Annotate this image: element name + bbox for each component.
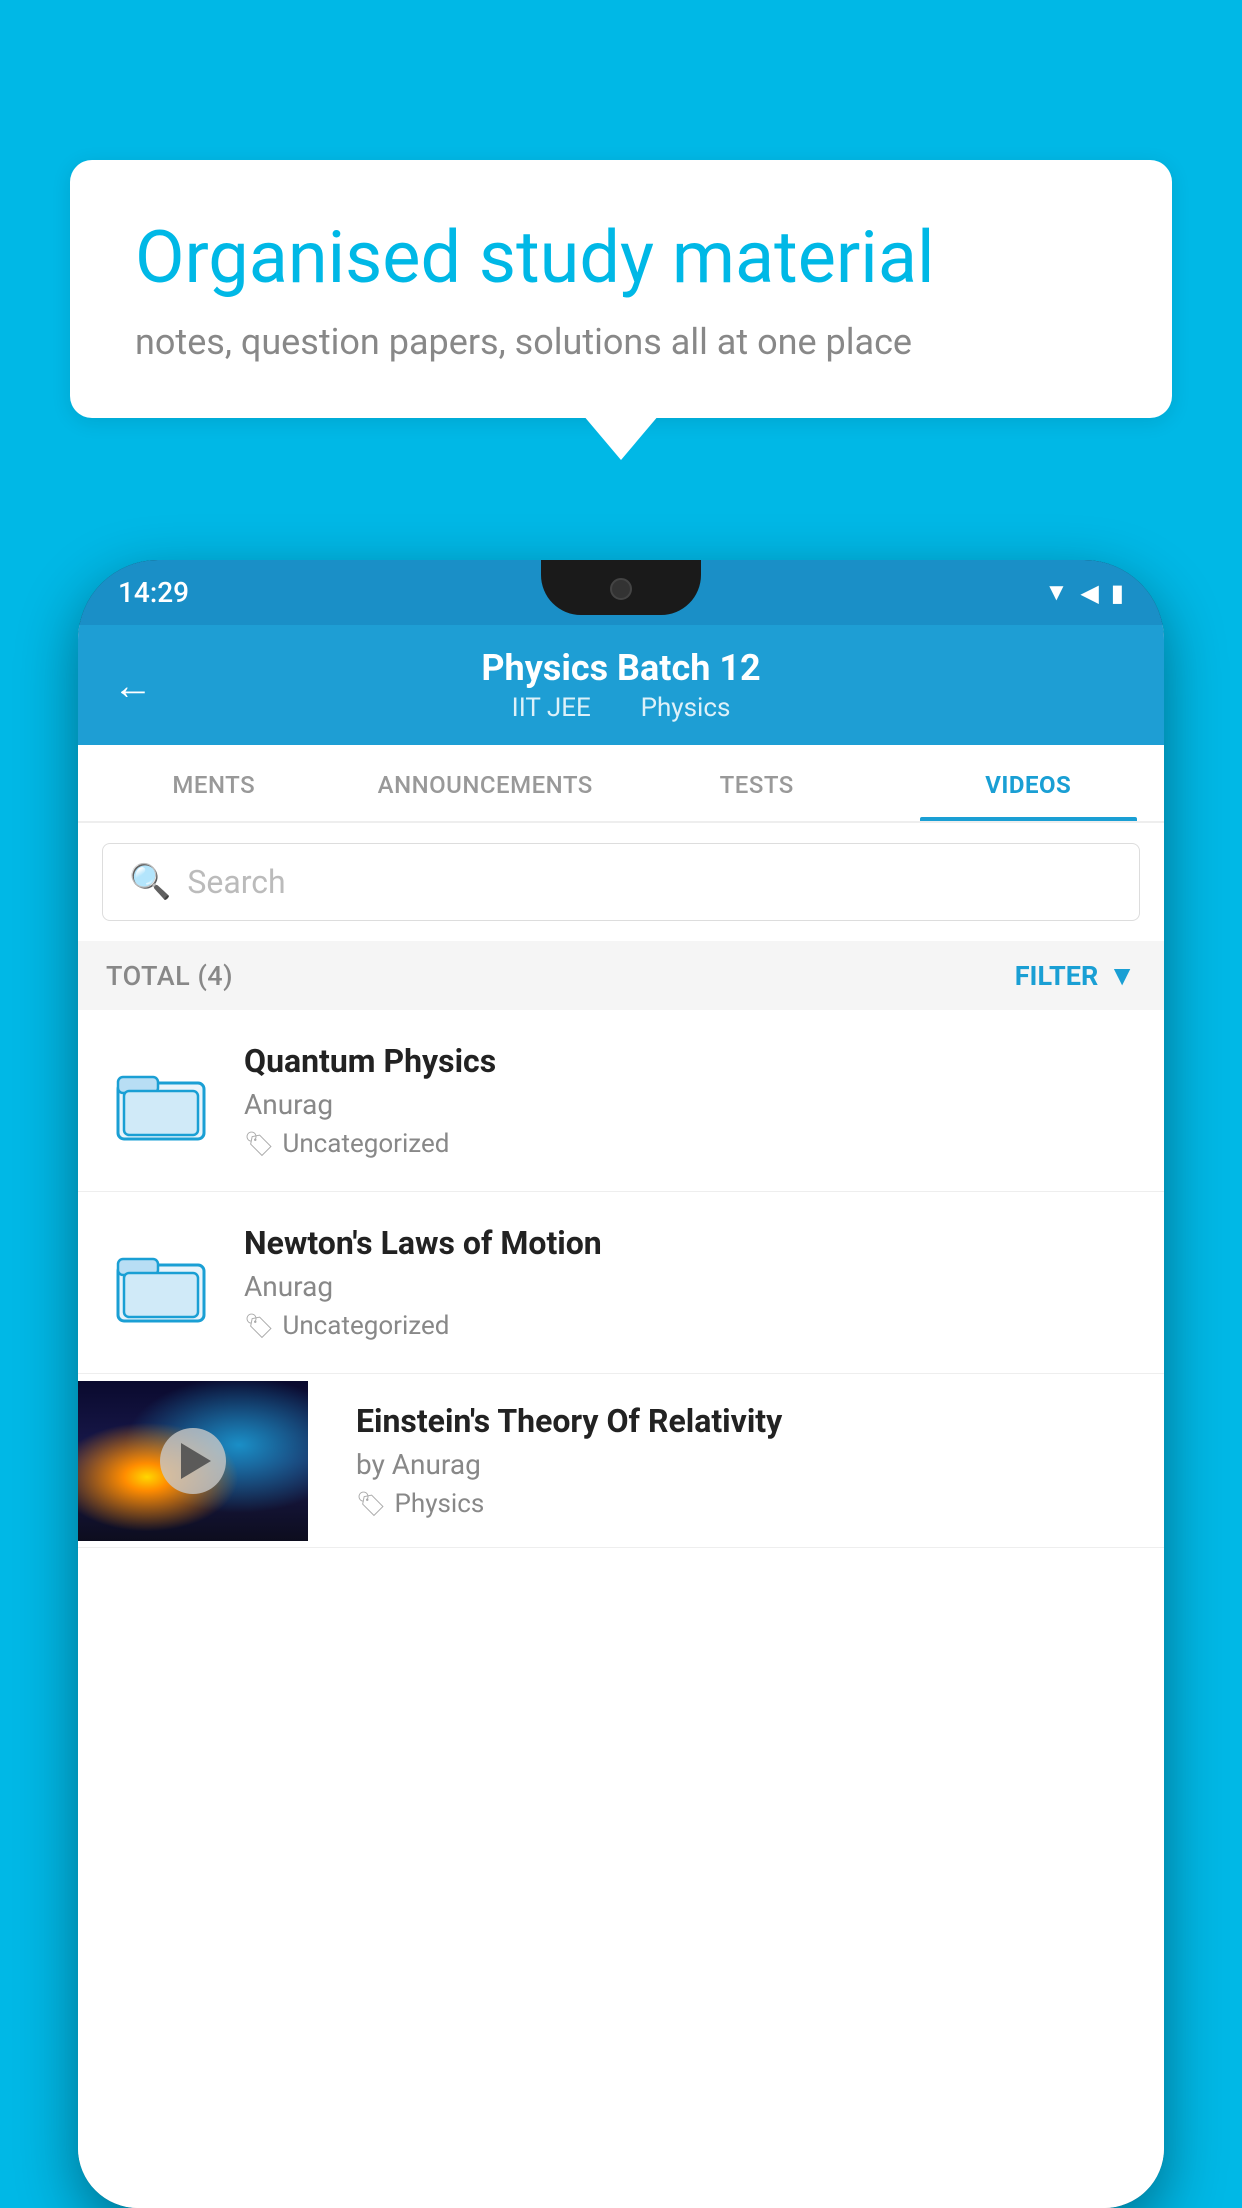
video-folder-thumb xyxy=(106,1056,216,1146)
subtitle-physics: Physics xyxy=(641,693,731,723)
batch-subtitle: IIT JEE Physics xyxy=(168,693,1074,723)
tag-icon: 🏷 xyxy=(244,1130,274,1158)
tab-videos[interactable]: VIDEOS xyxy=(893,745,1165,821)
speech-bubble-container: Organised study material notes, question… xyxy=(70,160,1172,418)
search-icon: 🔍 xyxy=(129,862,171,902)
video-author: by Anurag xyxy=(356,1448,1144,1481)
video-tag: 🏷 Physics xyxy=(356,1489,1144,1519)
wifi-icon: ▼ xyxy=(1045,578,1069,607)
back-button[interactable]: ← xyxy=(108,657,168,714)
tab-ments[interactable]: MENTS xyxy=(78,745,350,821)
notch xyxy=(541,560,701,615)
search-bar-container: 🔍 Search xyxy=(78,823,1164,941)
signal-icon: ◀ xyxy=(1080,579,1098,607)
header-title-area: Physics Batch 12 IIT JEE Physics xyxy=(168,647,1074,723)
video-author: Anurag xyxy=(244,1270,1136,1303)
front-camera xyxy=(610,578,632,600)
speech-bubble-heading: Organised study material xyxy=(135,215,1107,301)
video-title: Einstein's Theory Of Relativity xyxy=(356,1402,1144,1440)
tag-icon: 🏷 xyxy=(356,1490,386,1518)
video-author: Anurag xyxy=(244,1088,1136,1121)
subtitle-iit: IIT JEE xyxy=(512,693,591,723)
filter-row: TOTAL (4) FILTER ▼ xyxy=(78,941,1164,1010)
list-item[interactable]: Newton's Laws of Motion Anurag 🏷 Uncateg… xyxy=(78,1192,1164,1374)
search-placeholder: Search xyxy=(187,863,285,901)
filter-icon: ▼ xyxy=(1108,959,1136,992)
video-thumbnail xyxy=(78,1381,308,1541)
tab-announcements[interactable]: ANNOUNCEMENTS xyxy=(350,745,622,821)
tag-icon: 🏷 xyxy=(244,1312,274,1340)
video-info: Einstein's Theory Of Relativity by Anura… xyxy=(336,1374,1164,1547)
speech-bubble: Organised study material notes, question… xyxy=(70,160,1172,418)
video-info: Quantum Physics Anurag 🏷 Uncategorized xyxy=(244,1042,1136,1159)
video-tag: 🏷 Uncategorized xyxy=(244,1129,1136,1159)
batch-title: Physics Batch 12 xyxy=(168,647,1074,689)
tag-label: Uncategorized xyxy=(282,1129,449,1159)
list-item[interactable]: Quantum Physics Anurag 🏷 Uncategorized xyxy=(78,1010,1164,1192)
header-row: ← Physics Batch 12 IIT JEE Physics xyxy=(108,647,1134,723)
video-tag: 🏷 Uncategorized xyxy=(244,1311,1136,1341)
video-folder-thumb xyxy=(106,1238,216,1328)
play-triangle-icon xyxy=(181,1443,211,1479)
video-title: Newton's Laws of Motion xyxy=(244,1224,1136,1262)
video-title: Quantum Physics xyxy=(244,1042,1136,1080)
tab-bar: MENTS ANNOUNCEMENTS TESTS VIDEOS xyxy=(78,745,1164,823)
status-icons: ▼ ◀ ▮ xyxy=(1045,578,1124,607)
filter-button[interactable]: FILTER ▼ xyxy=(1015,959,1136,992)
battery-icon: ▮ xyxy=(1111,579,1124,607)
tag-label: Uncategorized xyxy=(282,1311,449,1341)
app-content: ← Physics Batch 12 IIT JEE Physics MENTS… xyxy=(78,625,1164,2208)
search-bar[interactable]: 🔍 Search xyxy=(102,843,1140,921)
app-header: ← Physics Batch 12 IIT JEE Physics xyxy=(78,625,1164,745)
video-list: Quantum Physics Anurag 🏷 Uncategorized xyxy=(78,1010,1164,2208)
play-button[interactable] xyxy=(160,1428,226,1494)
video-info: Newton's Laws of Motion Anurag 🏷 Uncateg… xyxy=(244,1224,1136,1341)
speech-bubble-subtext: notes, question papers, solutions all at… xyxy=(135,321,1107,363)
tag-label: Physics xyxy=(394,1489,484,1519)
total-count: TOTAL (4) xyxy=(106,960,233,992)
filter-label: FILTER xyxy=(1015,960,1099,992)
status-time: 14:29 xyxy=(118,576,189,609)
status-bar: 14:29 ▼ ◀ ▮ xyxy=(78,560,1164,625)
tab-tests[interactable]: TESTS xyxy=(621,745,893,821)
list-item[interactable]: Einstein's Theory Of Relativity by Anura… xyxy=(78,1374,1164,1548)
phone-frame: 14:29 ▼ ◀ ▮ ← Physics Batch 12 IIT JEE P… xyxy=(78,560,1164,2208)
